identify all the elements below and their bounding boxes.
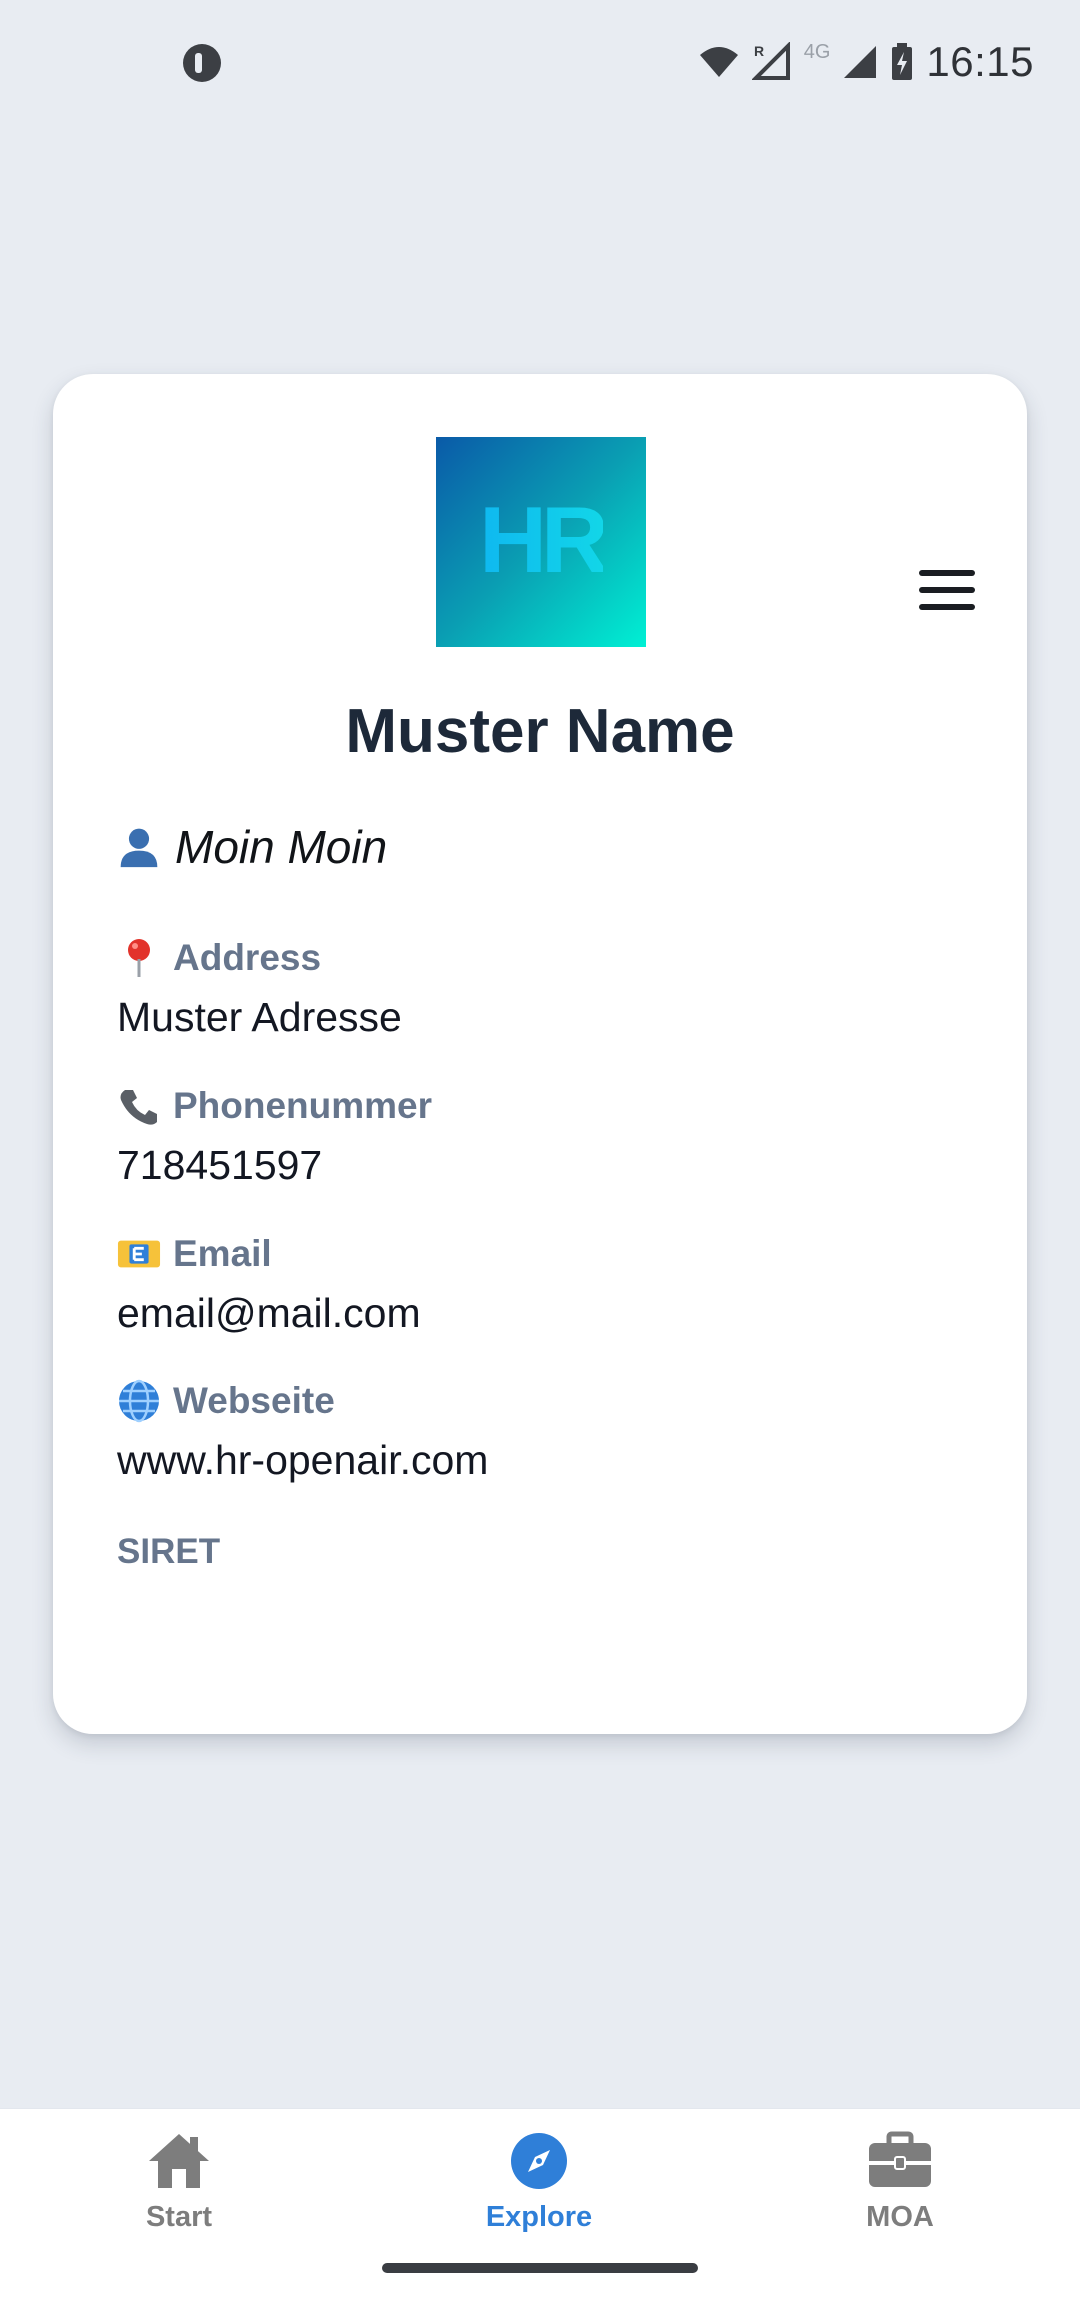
email-icon: [117, 1232, 161, 1276]
nav-label-moa: MOA: [866, 2201, 934, 2233]
email-label: Email: [173, 1233, 272, 1274]
home-indicator[interactable]: [382, 2263, 698, 2273]
address-value[interactable]: Muster Adresse: [117, 994, 402, 1041]
phone-label: Phonenummer: [173, 1085, 433, 1126]
roaming-signal-icon: R: [751, 42, 790, 80]
email-field: Email email@mail.com: [117, 1232, 421, 1337]
nav-label-start: Start: [145, 2201, 213, 2233]
greeting-text: Moin Moin: [175, 821, 388, 873]
battery-charging-icon: [892, 43, 913, 80]
network-type-label: 4G: [803, 40, 831, 63]
phone-icon: [117, 1084, 161, 1128]
website-label: Webseite: [173, 1380, 335, 1421]
menu-button[interactable]: [919, 570, 975, 610]
website-field: Webseite www.hr-openair.com: [117, 1379, 488, 1484]
globe-icon: [117, 1379, 161, 1423]
logo-text: HR: [479, 487, 609, 592]
home-icon: [149, 2134, 209, 2188]
app-notification-icon: [183, 44, 221, 82]
briefcase-icon: [869, 2131, 931, 2187]
compass-icon: [511, 2133, 567, 2189]
cell-signal-icon: [844, 46, 877, 78]
svg-text:R: R: [754, 43, 764, 59]
nav-item-explore[interactable]: Explore: [439, 2131, 639, 2251]
website-value[interactable]: www.hr-openair.com: [117, 1437, 488, 1484]
address-label: Address: [173, 937, 322, 978]
company-logo: HR: [436, 437, 646, 647]
wifi-icon: [699, 47, 738, 77]
siret-label: SIRET: [117, 1532, 221, 1571]
menu-icon-bar: [919, 570, 975, 576]
menu-icon-bar: [919, 587, 975, 593]
address-field: Address Muster Adresse: [117, 936, 402, 1041]
pin-icon: [117, 936, 161, 980]
phone-value[interactable]: 718451597: [117, 1142, 432, 1189]
nav-label-explore: Explore: [485, 2201, 593, 2233]
nav-item-moa[interactable]: MOA: [800, 2131, 1000, 2251]
contact-name: Muster Name: [345, 697, 735, 766]
nav-item-start[interactable]: Start: [79, 2131, 279, 2251]
status-bar: R 4G 16:15: [0, 0, 1080, 120]
email-value[interactable]: email@mail.com: [117, 1290, 421, 1337]
person-icon: [117, 825, 161, 869]
contact-card: HR Muster Name Moin Moin Address Muster …: [53, 374, 1027, 1734]
status-right-group: R 4G 16:15: [698, 34, 1034, 90]
menu-icon-bar: [919, 604, 975, 610]
status-time: 16:15: [926, 38, 1034, 85]
phone-field: Phonenummer 718451597: [117, 1084, 432, 1189]
greeting-row: Moin Moin: [117, 820, 387, 874]
